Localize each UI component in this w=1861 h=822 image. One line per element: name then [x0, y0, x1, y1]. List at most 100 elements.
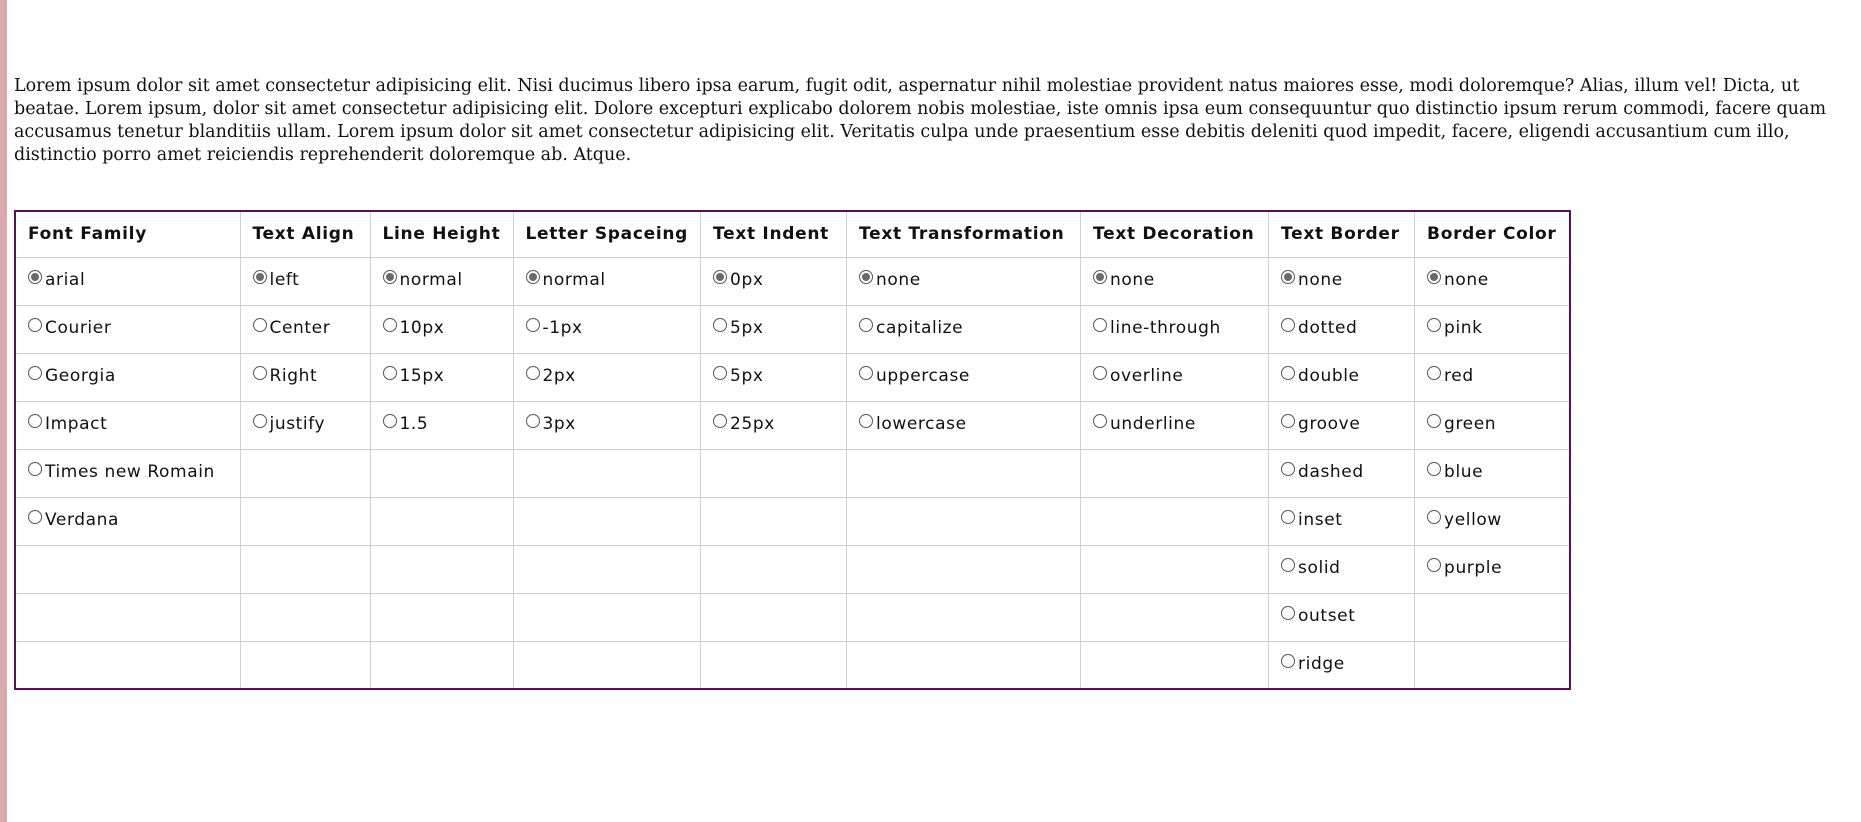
- letter-spacing-option[interactable]: normal: [525, 270, 606, 290]
- border-color-option[interactable]: pink: [1427, 318, 1483, 338]
- radio-button[interactable]: [859, 414, 874, 428]
- radio-button[interactable]: [1093, 366, 1108, 380]
- radio-button[interactable]: [1281, 366, 1296, 380]
- text-transformation-option[interactable]: lowercase: [859, 414, 967, 434]
- radio-button[interactable]: [1427, 366, 1442, 380]
- text-indent-option[interactable]: 5px: [713, 366, 763, 386]
- radio-button[interactable]: [28, 414, 42, 428]
- radio-button[interactable]: [252, 414, 267, 428]
- option-label: normal: [542, 270, 606, 290]
- radio-button[interactable]: [1093, 414, 1108, 428]
- letter-spacing-option[interactable]: 3px: [525, 414, 576, 434]
- text-border-option[interactable]: outset: [1281, 606, 1355, 626]
- text-border-option[interactable]: inset: [1281, 510, 1342, 530]
- radio-button[interactable]: [1427, 558, 1442, 572]
- radio-button[interactable]: [1281, 558, 1296, 572]
- text-indent-option[interactable]: 25px: [713, 414, 775, 434]
- line-height-option[interactable]: 10px: [382, 318, 445, 338]
- text-border-option[interactable]: dotted: [1281, 318, 1357, 338]
- border-color-option[interactable]: green: [1427, 414, 1496, 434]
- radio-button[interactable]: [1427, 462, 1442, 476]
- text-border-option[interactable]: none: [1281, 270, 1343, 290]
- radio-button[interactable]: [525, 366, 540, 380]
- radio-button[interactable]: [28, 318, 42, 332]
- radio-button[interactable]: [1281, 510, 1296, 524]
- text-decoration-option[interactable]: none: [1093, 270, 1155, 290]
- table-cell: uppercase: [846, 352, 1082, 402]
- radio-button[interactable]: [382, 366, 397, 380]
- radio-button[interactable]: [1281, 606, 1296, 620]
- text-align-option[interactable]: Right: [252, 366, 318, 386]
- line-height-option[interactable]: 1.5: [382, 414, 429, 434]
- radio-button[interactable]: [28, 270, 42, 284]
- text-border-option[interactable]: dashed: [1281, 462, 1364, 482]
- intro-paragraph: Lorem ipsum dolor sit amet consectetur a…: [14, 76, 1827, 165]
- font-family-option[interactable]: Georgia: [28, 366, 116, 386]
- text-border-option[interactable]: ridge: [1281, 653, 1345, 674]
- letter-spacing-option[interactable]: 2px: [525, 366, 576, 386]
- radio-button[interactable]: [382, 270, 397, 284]
- text-indent-option[interactable]: 5px: [713, 318, 763, 338]
- font-family-option[interactable]: Times new Romain: [28, 462, 215, 482]
- text-border-option[interactable]: solid: [1281, 558, 1341, 578]
- text-transformation-option[interactable]: uppercase: [859, 366, 970, 386]
- font-family-option[interactable]: Impact: [28, 414, 107, 434]
- text-transformation-option[interactable]: capitalize: [859, 318, 963, 338]
- radio-button[interactable]: [1427, 510, 1442, 524]
- line-height-option[interactable]: normal: [382, 270, 463, 290]
- radio-button[interactable]: [859, 318, 874, 332]
- radio-button[interactable]: [1427, 318, 1442, 332]
- radio-button[interactable]: [713, 414, 728, 428]
- radio-button[interactable]: [1281, 462, 1296, 476]
- option-label: -1px: [542, 318, 583, 338]
- radio-button[interactable]: [252, 318, 267, 332]
- radio-button[interactable]: [252, 366, 267, 380]
- radio-button[interactable]: [525, 414, 540, 428]
- font-family-option[interactable]: arial: [28, 270, 85, 290]
- radio-button[interactable]: [1281, 653, 1296, 668]
- radio-button[interactable]: [525, 270, 540, 284]
- radio-button[interactable]: [713, 366, 728, 380]
- radio-button[interactable]: [1427, 414, 1442, 428]
- font-family-option[interactable]: Courier: [28, 318, 111, 338]
- text-border-option[interactable]: double: [1281, 366, 1360, 386]
- font-family-option[interactable]: Verdana: [28, 510, 119, 530]
- text-indent-option[interactable]: 0px: [713, 270, 763, 290]
- radio-button[interactable]: [1093, 318, 1108, 332]
- text-align-option[interactable]: justify: [252, 414, 326, 434]
- radio-button[interactable]: [252, 270, 267, 284]
- radio-button[interactable]: [859, 366, 874, 380]
- text-transformation-option[interactable]: none: [859, 270, 921, 290]
- border-color-option[interactable]: yellow: [1427, 510, 1502, 530]
- radio-button[interactable]: [713, 318, 728, 332]
- radio-button[interactable]: [1281, 414, 1296, 428]
- option-label: double: [1298, 366, 1360, 386]
- table-cell: 5px: [700, 352, 848, 402]
- radio-button[interactable]: [1281, 318, 1296, 332]
- text-align-option[interactable]: Center: [252, 318, 331, 338]
- radio-button[interactable]: [382, 414, 397, 428]
- text-decoration-option[interactable]: overline: [1093, 366, 1183, 386]
- table-row: Georgia Right 15px 2px 5px uppercase overline d…: [14, 352, 1571, 402]
- radio-button[interactable]: [28, 510, 42, 524]
- text-align-option[interactable]: left: [252, 270, 300, 290]
- radio-button[interactable]: [1427, 270, 1442, 284]
- border-color-option[interactable]: none: [1427, 270, 1489, 290]
- table-row: solid purple: [14, 544, 1571, 594]
- radio-button[interactable]: [1093, 270, 1108, 284]
- text-decoration-option[interactable]: line-through: [1093, 318, 1221, 338]
- radio-button[interactable]: [1281, 270, 1296, 284]
- border-color-option[interactable]: red: [1427, 366, 1474, 386]
- line-height-option[interactable]: 15px: [382, 366, 445, 386]
- radio-button[interactable]: [28, 462, 42, 476]
- border-color-option[interactable]: blue: [1427, 462, 1483, 482]
- border-color-option[interactable]: purple: [1427, 558, 1502, 578]
- radio-button[interactable]: [859, 270, 874, 284]
- letter-spacing-option[interactable]: -1px: [525, 318, 583, 338]
- radio-button[interactable]: [713, 270, 728, 284]
- radio-button[interactable]: [28, 366, 42, 380]
- text-border-option[interactable]: groove: [1281, 414, 1360, 434]
- radio-button[interactable]: [525, 318, 540, 332]
- radio-button[interactable]: [382, 318, 397, 332]
- text-decoration-option[interactable]: underline: [1093, 414, 1196, 434]
